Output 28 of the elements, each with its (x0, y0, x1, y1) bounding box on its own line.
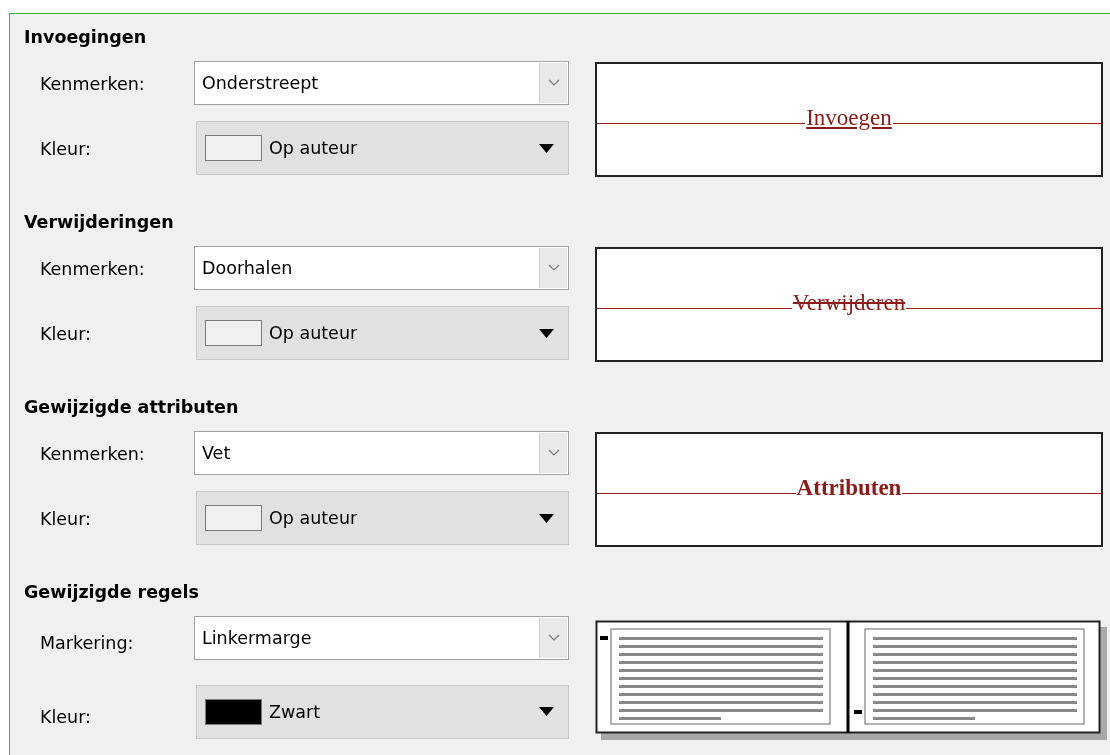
chevron-down-icon (547, 264, 560, 272)
chevron-down-icon (547, 449, 560, 457)
section-heading: Verwijderingen (24, 211, 174, 233)
color-dropdown[interactable]: Op auteur (196, 121, 569, 175)
chevron-down-icon (547, 79, 560, 87)
caret-down-icon (539, 328, 554, 338)
field-label: Kleur: (40, 706, 91, 727)
attribute-dropdown[interactable]: Vet (194, 431, 569, 475)
attribute-dropdown[interactable]: Linkermarge (194, 616, 569, 660)
field-label: Kleur: (40, 509, 91, 529)
caret-down-icon (539, 513, 554, 523)
attribute-dropdown[interactable]: Doorhalen (194, 246, 569, 290)
caret-down-icon (539, 707, 554, 716)
attribute-dropdown[interactable]: Onderstreept (194, 61, 569, 105)
chevron-down-icon (547, 634, 560, 642)
field-label: Kleur: (40, 139, 91, 159)
section-heading: Gewijzigde attributen (24, 396, 239, 418)
section-heading: Gewijzigde regels (24, 581, 199, 603)
field-label: Kenmerken: (40, 444, 145, 464)
field-label: Kenmerken: (40, 259, 145, 279)
section-heading: Invoegingen (24, 26, 147, 48)
field-label: Kenmerken: (40, 74, 145, 94)
field-label: Markering: (40, 633, 134, 654)
field-label: Kleur: (40, 324, 91, 344)
caret-down-icon (539, 143, 554, 153)
color-dropdown[interactable]: Zwart (196, 684, 569, 739)
color-dropdown[interactable]: Op auteur (196, 491, 569, 545)
color-dropdown[interactable]: Op auteur (196, 306, 569, 360)
